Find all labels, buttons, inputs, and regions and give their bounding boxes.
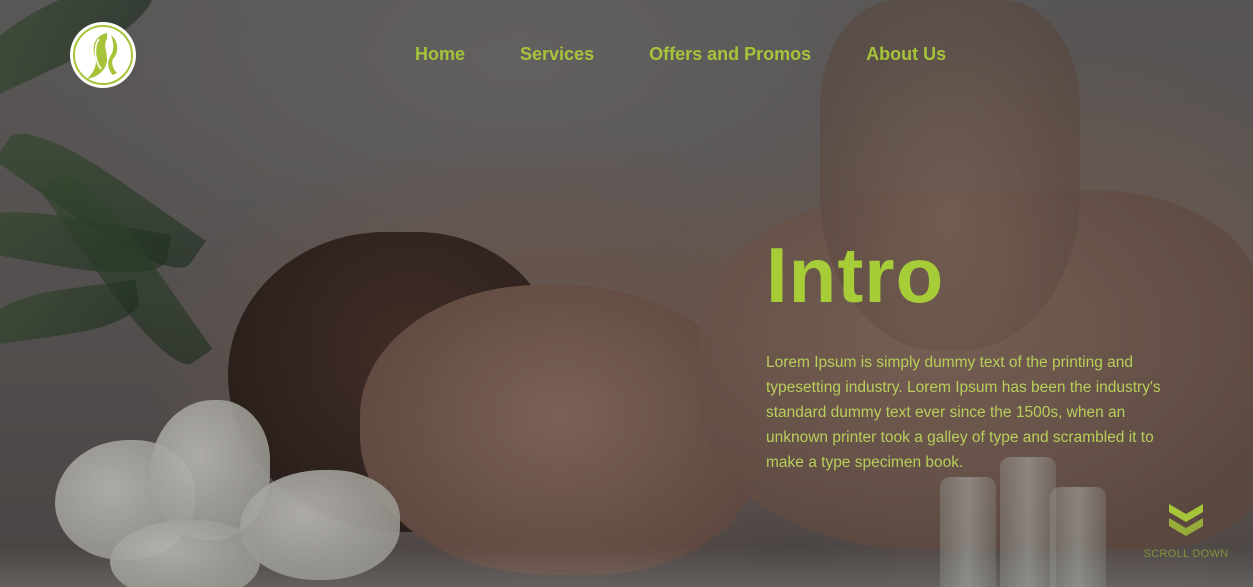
hero-title: Intro [766, 231, 945, 319]
hero-section: Home Services Offers and Promos About Us… [0, 0, 1253, 587]
nav-home-link[interactable]: Home [415, 44, 465, 65]
nav-about-us-link[interactable]: About Us [866, 44, 946, 65]
nav-services-link[interactable]: Services [520, 44, 594, 65]
hero-description: Lorem Ipsum is simply dummy text of the … [766, 354, 1161, 471]
hero-dark-overlay [0, 0, 1253, 587]
double-chevron-down-icon [1169, 504, 1203, 536]
scroll-down-label: SCROLL DOWN [1143, 548, 1229, 560]
scroll-down-button[interactable]: SCROLL DOWN [1138, 502, 1234, 560]
brand-logo[interactable] [70, 22, 136, 88]
main-navigation: Home Services Offers and Promos About Us [415, 44, 946, 65]
nav-offers-promos-link[interactable]: Offers and Promos [649, 44, 811, 65]
woman-silhouette-logo-icon [73, 25, 133, 85]
